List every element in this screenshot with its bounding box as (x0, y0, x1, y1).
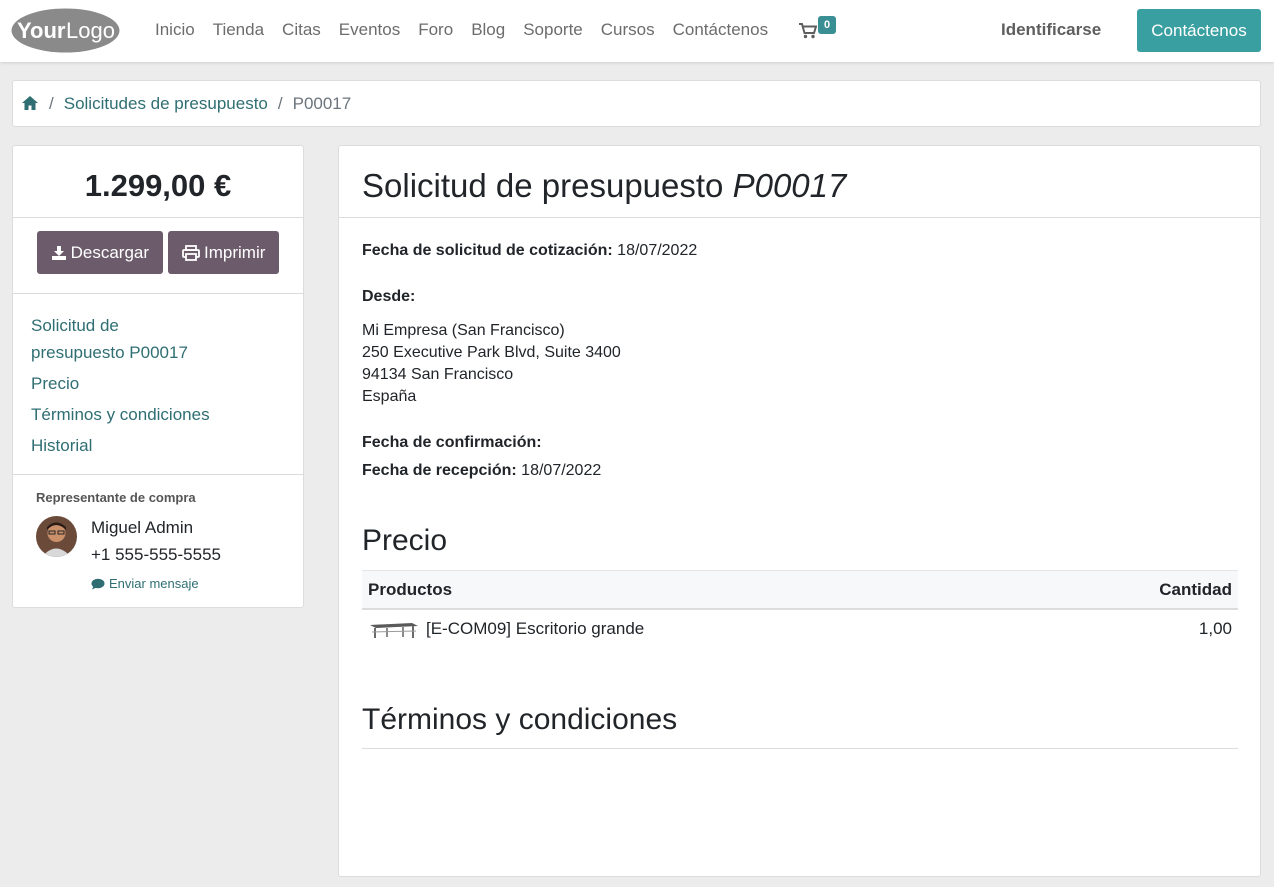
nav-item-cursos[interactable]: Cursos (601, 20, 655, 40)
download-icon (51, 245, 66, 260)
breadcrumb-current: P00017 (292, 93, 352, 113)
print-button[interactable]: Imprimir (168, 231, 280, 274)
send-message-link[interactable]: Enviar mensaje (91, 570, 221, 597)
address-line: Mi Empresa (San Francisco) (362, 322, 565, 339)
address-line: 250 Executive Park Blvd, Suite 3400 (362, 344, 621, 361)
rep-name: Miguel Admin (91, 518, 194, 537)
table-of-contents: Solicitud de presupuesto P00017 Precio T… (13, 294, 303, 475)
terms-section-title: Términos y condiciones (362, 703, 678, 736)
receipt-date-row: Fecha de recepción: 18/07/2022 (362, 462, 601, 480)
sidebar-panel: 1.299,00 € Descargar Imprimir Solicitud … (12, 145, 304, 608)
cart-link[interactable]: 0 (797, 16, 841, 45)
address-line: España (362, 388, 417, 405)
nav-item-soporte[interactable]: Soporte (523, 20, 583, 40)
title-reference: P00017 (732, 167, 847, 204)
top-navbar: Your Logo Inicio Tienda Citas Eventos Fo… (0, 0, 1274, 62)
from-label: Desde: (362, 288, 416, 305)
breadcrumb: / Solicitudes de presupuesto / P00017 (12, 80, 1261, 127)
action-buttons: Descargar Imprimir (13, 218, 303, 294)
rep-title: Representante de compra (36, 490, 196, 505)
request-date-row: Fecha de solicitud de cotización: 18/07/… (362, 242, 697, 260)
confirmation-date-row: Fecha de confirmación: (362, 434, 542, 452)
nav-item-contactenos[interactable]: Contáctenos (673, 20, 768, 40)
column-header-quantity: Cantidad (1159, 579, 1232, 599)
receipt-date-value: 18/07/2022 (521, 462, 602, 479)
svg-text:Your: Your (17, 18, 66, 43)
toc-item-terms[interactable]: Términos y condiciones (31, 401, 285, 428)
toc-item-history[interactable]: Historial (31, 432, 285, 459)
table-row: [E-COM09] Escritorio grande 1,00 (362, 610, 1238, 648)
column-header-products: Productos (368, 579, 453, 599)
signin-link[interactable]: Identificarse (1001, 20, 1101, 40)
cart-count-badge: 0 (818, 16, 836, 34)
shopping-cart-icon (799, 23, 817, 39)
logo[interactable]: Your Logo (11, 8, 120, 53)
print-label: Imprimir (204, 242, 266, 262)
main-panel: Solicitud de presupuesto P00017 Fecha de… (338, 145, 1261, 877)
page-title: Solicitud de presupuesto P00017 (339, 146, 1260, 218)
receipt-date-label: Fecha de recepción: (362, 462, 517, 479)
terms-divider (362, 748, 1238, 749)
toc-item-request[interactable]: Solicitud de presupuesto P00017 (31, 312, 211, 366)
product-name: [E-COM09] Escritorio grande (426, 619, 645, 638)
products-table: Productos Cantidad [E-COM09] Escritorio … (362, 570, 1238, 648)
price-section-title: Precio (362, 524, 448, 557)
breadcrumb-separator: / (277, 93, 283, 113)
avatar (36, 516, 77, 557)
request-date-value: 18/07/2022 (617, 242, 698, 259)
address-line: 94134 San Francisco (362, 366, 514, 383)
download-button[interactable]: Descargar (36, 231, 164, 274)
download-label: Descargar (70, 242, 150, 262)
table-header: Productos Cantidad (362, 570, 1238, 610)
nav-item-blog[interactable]: Blog (471, 20, 505, 40)
from-row: Desde: (362, 288, 415, 306)
request-date-label: Fecha de solicitud de cotización: (362, 242, 613, 259)
breadcrumb-link-requests[interactable]: Solicitudes de presupuesto (64, 94, 268, 114)
total-amount: 1.299,00 € (13, 146, 303, 218)
product-quantity: 1,00 (1198, 619, 1232, 638)
address-block: Mi Empresa (San Francisco) 250 Executive… (362, 320, 621, 408)
toc-item-price[interactable]: Precio (31, 370, 285, 397)
main-menu: Inicio Tienda Citas Eventos Foro Blog So… (155, 20, 768, 40)
comment-icon (91, 578, 105, 589)
print-icon (182, 244, 200, 261)
home-icon[interactable] (21, 95, 39, 113)
confirmation-date-label: Fecha de confirmación: (362, 434, 542, 451)
breadcrumb-separator: / (49, 93, 54, 113)
contact-button[interactable]: Contáctenos (1137, 9, 1261, 52)
purchase-representative: Representante de compra Miguel Admin +1 … (13, 475, 303, 597)
rep-phone: +1 555-555-5555 (91, 545, 221, 564)
title-prefix: Solicitud de presupuesto (362, 167, 724, 204)
nav-item-inicio[interactable]: Inicio (155, 20, 195, 40)
product-thumbnail (370, 623, 418, 638)
svg-text:Logo: Logo (66, 18, 115, 43)
nav-item-foro[interactable]: Foro (418, 20, 453, 40)
nav-item-eventos[interactable]: Eventos (339, 20, 400, 40)
nav-item-citas[interactable]: Citas (282, 20, 321, 40)
send-message-label: Enviar mensaje (109, 576, 199, 591)
nav-item-tienda[interactable]: Tienda (213, 20, 264, 40)
